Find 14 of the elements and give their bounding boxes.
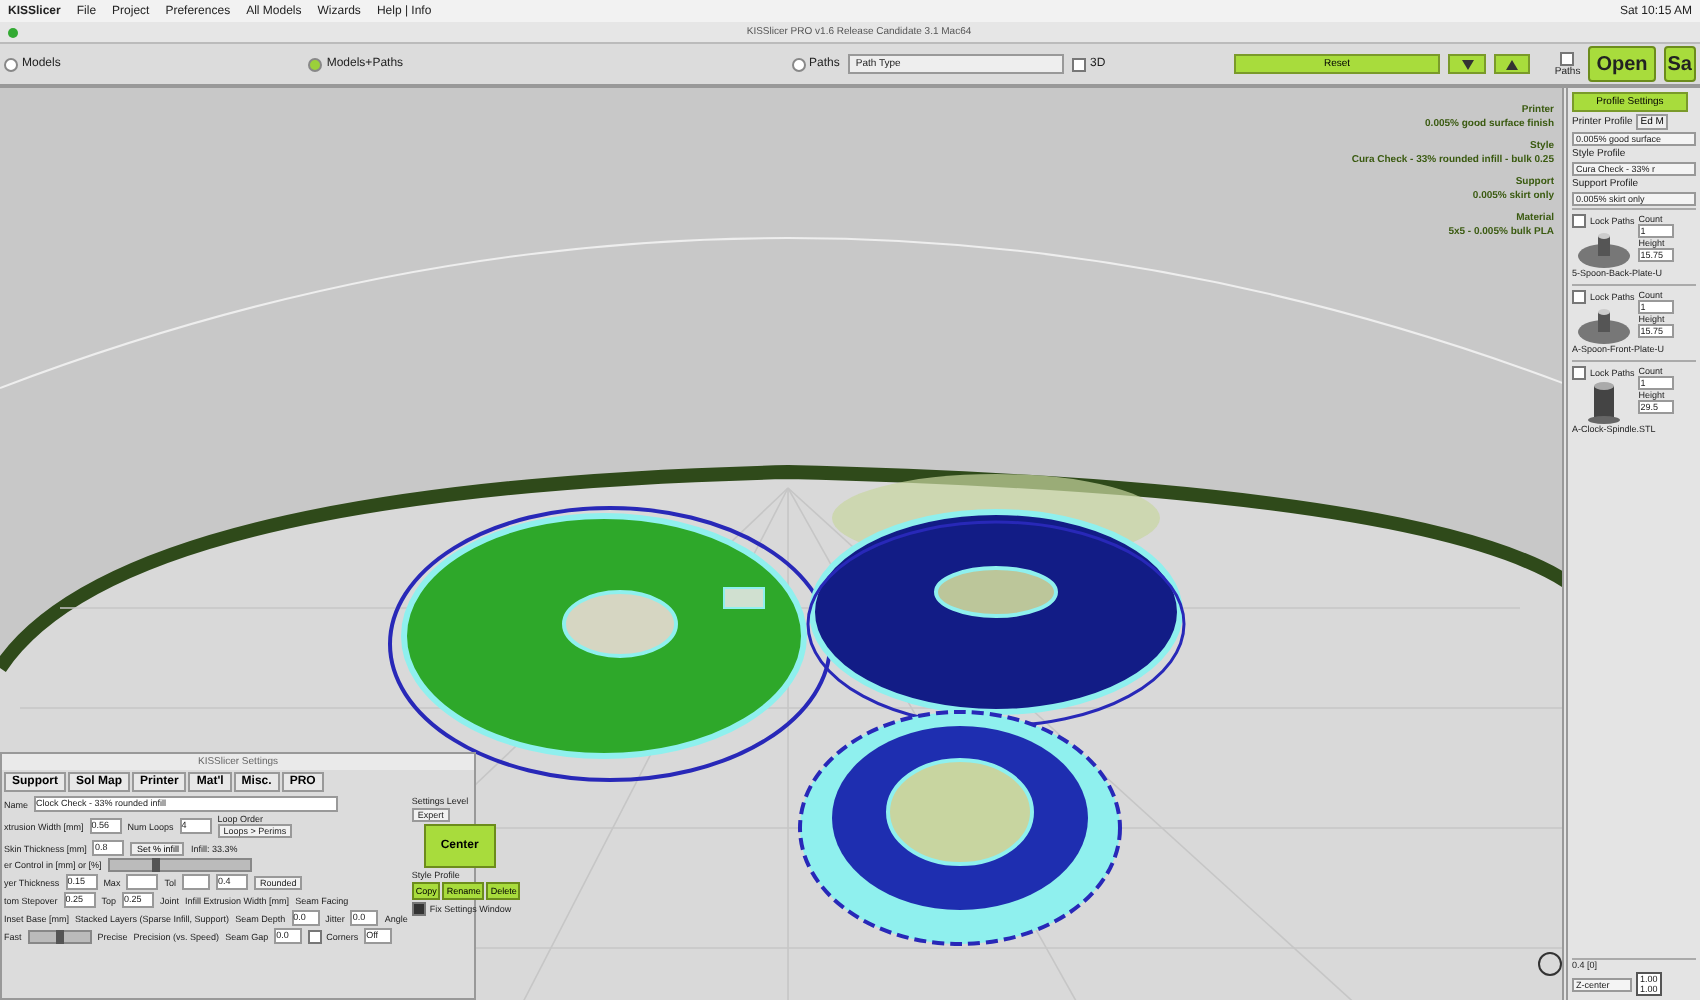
plate-thumbnail-icon: [1577, 228, 1630, 268]
slider-thumb[interactable]: [55, 929, 64, 943]
input-field[interactable]: [126, 874, 159, 890]
precision-slider[interactable]: [27, 929, 92, 943]
down-button[interactable]: [1448, 54, 1486, 74]
slider-thumb[interactable]: [151, 858, 160, 872]
save-button[interactable]: Sa: [1663, 46, 1696, 82]
input-field[interactable]: [181, 874, 210, 890]
open-button[interactable]: Open: [1588, 46, 1656, 82]
up-button[interactable]: [1493, 54, 1531, 74]
infill-slider[interactable]: [107, 858, 252, 872]
arrow-down-icon: [1461, 59, 1474, 69]
plate-thumbnail-icon: [1577, 304, 1630, 344]
arrow-up-icon: [1506, 59, 1519, 69]
